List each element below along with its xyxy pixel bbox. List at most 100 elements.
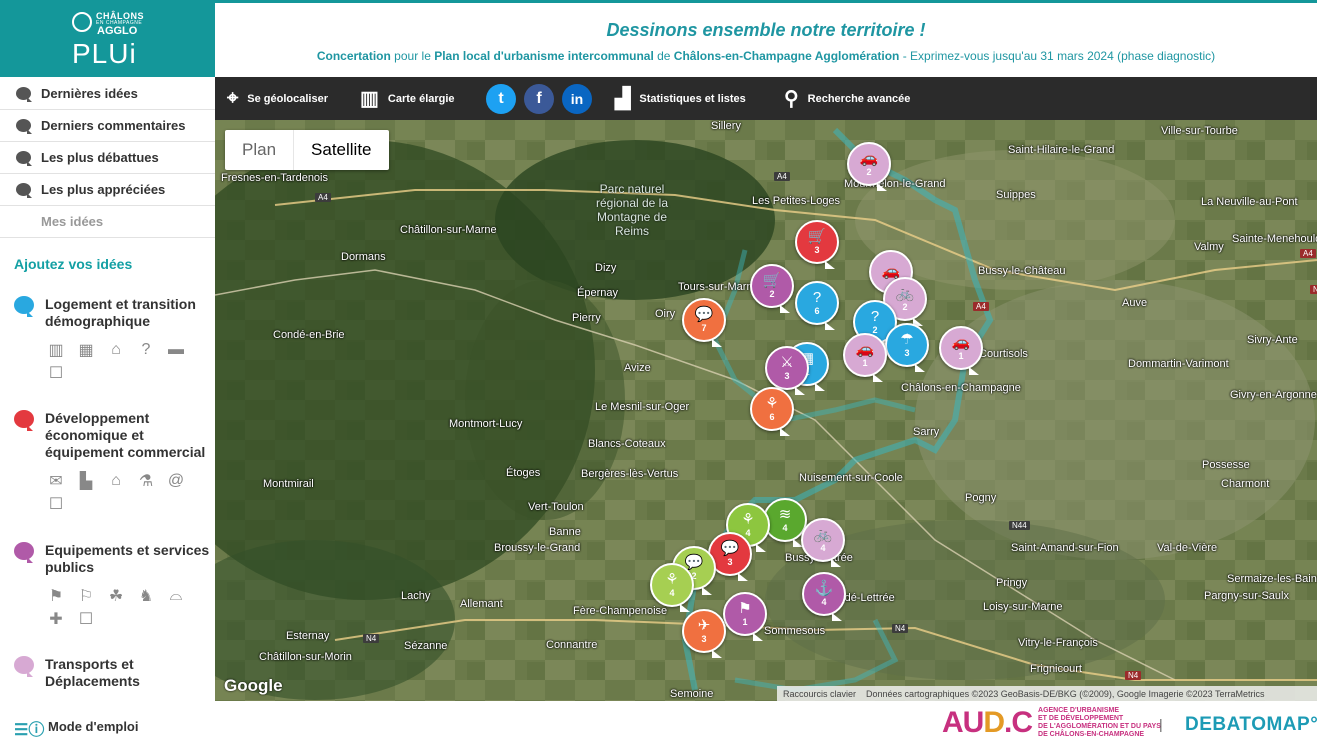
marker-count: 3 xyxy=(701,634,707,644)
idea-marker[interactable]: ☂ 3 xyxy=(885,323,929,372)
linkedin-button[interactable]: in xyxy=(562,84,592,114)
idea-marker[interactable]: ⚑ 1 xyxy=(723,592,767,641)
road-shield: A4 xyxy=(315,193,331,202)
statistics-button[interactable]: ▟ Statistiques et listes xyxy=(615,77,746,120)
help-link[interactable]: ☰ⓘ Mode d'emploi xyxy=(14,716,138,740)
sport-icon[interactable]: ⚑ xyxy=(45,586,67,605)
comment-icon[interactable]: ☐ xyxy=(45,494,67,513)
idea-marker[interactable]: ? 6 xyxy=(795,281,839,330)
map-type-plan[interactable]: Plan xyxy=(225,130,295,170)
place-label: Blancs-Coteaux xyxy=(588,438,666,450)
advanced-search-button[interactable]: ⚲ Recherche avancée xyxy=(784,77,910,120)
marker-category-icon: 💬 xyxy=(720,540,740,557)
category-icons: ✉ ▙ ⌂ ⚗ @ ☐ xyxy=(45,471,205,513)
header: Dessinons ensemble notre territoire ! Co… xyxy=(215,0,1317,77)
marker-count: 3 xyxy=(727,557,733,567)
nav-my-ideas[interactable]: Mes idées xyxy=(0,206,215,238)
toolbar: ⌖ Se géolocaliser ▥ Carte élargie t f in… xyxy=(215,77,1317,120)
farm-icon[interactable]: ⌂ xyxy=(105,471,127,490)
place-label: La Neuville-au-Pont xyxy=(1201,196,1298,208)
road-shield: A4 xyxy=(1300,249,1316,258)
place-label: Frignicourt xyxy=(1030,663,1082,675)
idea-marker[interactable]: 🛒 3 xyxy=(795,220,839,269)
map[interactable]: Plan Satellite Parc naturel régional de … xyxy=(215,120,1317,701)
graduation-icon[interactable]: ⌓ xyxy=(165,586,187,605)
idea-marker[interactable]: ✈ 3 xyxy=(682,609,726,658)
place-label: Pringy xyxy=(996,577,1028,589)
factory-icon[interactable]: ▙ xyxy=(75,471,97,490)
health-cross-icon[interactable]: ✚ xyxy=(45,609,67,628)
place-label: Pargny-sur-Saulx xyxy=(1204,590,1289,602)
family-icon[interactable]: ☘ xyxy=(105,586,127,605)
caravan-icon[interactable]: ▬ xyxy=(165,340,187,359)
running-icon[interactable]: ⚐ xyxy=(75,586,97,605)
cart-icon[interactable]: ⚗ xyxy=(135,471,157,490)
nav-latest-comments[interactable]: Derniers commentaires xyxy=(0,110,215,142)
footer: AUD.C AGENCE D'URBANISME ET DE DÉVELOPPEM… xyxy=(215,701,1317,747)
playground-icon[interactable]: ♞ xyxy=(135,586,157,605)
wide-map-button[interactable]: ▥ Carte élargie xyxy=(360,77,455,120)
nav-most-debated[interactable]: Les plus débattues xyxy=(0,142,215,174)
audc-logo[interactable]: AUD.C AGENCE D'URBANISME ET DE DÉVELOPPEM… xyxy=(942,706,1161,740)
comment-icon[interactable]: ☐ xyxy=(45,363,67,382)
at-icon[interactable]: @ xyxy=(165,471,187,490)
marker-category-icon: ⚔ xyxy=(780,354,794,371)
marker-count: 4 xyxy=(745,528,751,538)
idea-marker[interactable]: 🚗 1 xyxy=(939,326,983,375)
nav-latest-ideas[interactable]: Dernières idées xyxy=(0,78,215,110)
marker-category-icon: ? xyxy=(812,289,822,306)
building-icon[interactable]: ▥ xyxy=(45,340,67,359)
advanced-search-label: Recherche avancée xyxy=(807,92,911,105)
umbrella-icon[interactable]: ? xyxy=(135,340,157,359)
category-icons: ⚑ ⚐ ☘ ♞ ⌓ ✚ ☐ xyxy=(45,586,205,628)
idea-marker[interactable]: 💬 7 xyxy=(682,298,726,347)
debatomap-logo[interactable]: DEBATOMAP° xyxy=(1185,714,1317,736)
comment-icon[interactable]: ☐ xyxy=(75,609,97,628)
marker-category-icon: ≋ xyxy=(778,506,792,523)
place-label: Vitry-le-François xyxy=(1018,637,1098,649)
place-label: Dizy xyxy=(595,262,617,274)
comment-bubble-icon xyxy=(16,151,32,166)
idea-marker[interactable]: ⚓ 4 xyxy=(802,572,846,621)
idea-marker[interactable]: 🚗 1 xyxy=(843,333,887,382)
idea-marker[interactable]: 🚲 4 xyxy=(801,518,845,567)
marker-count: 6 xyxy=(769,412,775,422)
place-label: Châtillon-sur-Marne xyxy=(400,224,497,236)
idea-marker[interactable]: 🚗 2 xyxy=(847,142,891,191)
idea-marker[interactable]: 🛒 2 xyxy=(750,264,794,313)
logo[interactable]: CHÂLONS EN CHAMPAGNE AGGLO PLUi xyxy=(0,0,215,77)
geolocate-button[interactable]: ⌖ Se géolocaliser xyxy=(227,77,328,120)
house-icon[interactable]: ⌂ xyxy=(105,340,127,359)
place-label: Oiry xyxy=(655,308,676,320)
category-dot-icon xyxy=(14,656,34,677)
place-label: Fresnes-en-Tardenois xyxy=(221,172,328,184)
place-label: Banne xyxy=(549,526,581,538)
marker-category-icon: ✈ xyxy=(697,617,711,634)
twitter-button[interactable]: t xyxy=(486,84,516,114)
facebook-button[interactable]: f xyxy=(524,84,554,114)
map-data-credit: Données cartographiques ©2023 GeoBasis-D… xyxy=(866,688,1265,699)
solar-panel-icon[interactable]: ▦ xyxy=(75,340,97,359)
marker-category-icon: 🚲 xyxy=(895,285,915,302)
subtitle-city: Châlons-en-Champagne xyxy=(673,49,812,63)
subtitle-de: de xyxy=(653,49,674,63)
place-label: Auve xyxy=(1122,297,1148,309)
keyboard-shortcuts-link[interactable]: Raccourcis clavier xyxy=(783,689,856,699)
marker-count: 2 xyxy=(866,167,872,177)
idea-marker[interactable]: ⚘ 4 xyxy=(650,563,694,612)
place-label: Possesse xyxy=(1202,459,1250,471)
idea-marker[interactable]: ⚘ 6 xyxy=(750,387,794,436)
place-label: Suippes xyxy=(996,189,1036,201)
crosshair-icon: ⌖ xyxy=(227,87,239,109)
place-label: Le Mesnil-sur-Oger xyxy=(595,401,690,413)
marker-count: 6 xyxy=(814,306,820,316)
nav-most-liked[interactable]: Les plus appréciées xyxy=(0,174,215,206)
idea-marker[interactable]: ⚔ 3 xyxy=(765,346,809,395)
wide-map-label: Carte élargie xyxy=(387,92,455,105)
map-type-satellite[interactable]: Satellite xyxy=(294,130,388,170)
marker-count: 4 xyxy=(821,597,827,607)
category-title: Equipements et services publics xyxy=(45,542,210,575)
page-subtitle: Concertation pour le Plan local d'urbani… xyxy=(215,49,1317,63)
briefcase-icon[interactable]: ✉ xyxy=(45,471,67,490)
marker-count: 3 xyxy=(814,245,820,255)
